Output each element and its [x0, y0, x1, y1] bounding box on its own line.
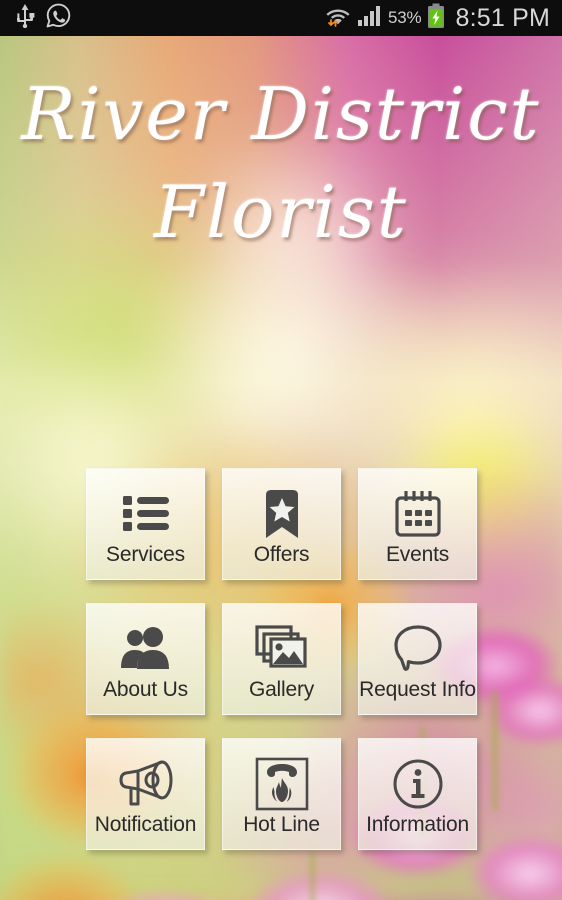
tile-label: Gallery: [248, 678, 315, 701]
tile-request-info[interactable]: Request Info: [358, 603, 477, 715]
tile-offers[interactable]: Offers: [222, 468, 341, 580]
tile-label: Events: [386, 543, 449, 566]
calendar-icon: [393, 483, 443, 545]
menu-grid: Services Offers Events About Us Gallery …: [86, 468, 477, 850]
tile-information[interactable]: Information: [358, 738, 477, 850]
tile-label: Hot Line: [243, 813, 320, 836]
cellular-signal-icon: [357, 4, 382, 33]
list-icon: [122, 483, 169, 545]
flower-stem: [310, 851, 315, 900]
tile-label: Services: [106, 543, 185, 566]
status-bar-left-icons: [0, 3, 71, 33]
status-bar-clock: 8:51 PM: [455, 3, 550, 32]
megaphone-icon: [118, 753, 174, 815]
android-status-bar: 53% 8:51 PM: [0, 0, 562, 36]
usb-icon: [14, 3, 36, 33]
tile-label: Information: [366, 813, 469, 836]
people-icon: [119, 618, 173, 680]
tile-events[interactable]: Events: [358, 468, 477, 580]
tile-label: Notification: [94, 813, 197, 836]
battery-percent-label: 53%: [388, 8, 422, 27]
bookmark-star-icon: [262, 483, 302, 545]
battery-charging-icon: [427, 3, 445, 34]
whatsapp-icon: [46, 3, 71, 33]
tile-label: About Us: [103, 678, 188, 701]
tile-label: Request Info: [359, 678, 476, 701]
tile-hot-line[interactable]: Hot Line: [222, 738, 341, 850]
photos-icon: [254, 618, 309, 680]
hotline-phone-flame-icon: [255, 753, 309, 815]
app-screen: River District Florist Services Offers E…: [0, 0, 562, 900]
tile-notification[interactable]: Notification: [86, 738, 205, 850]
flower-stem: [492, 691, 498, 811]
tile-gallery[interactable]: Gallery: [222, 603, 341, 715]
tile-services[interactable]: Services: [86, 468, 205, 580]
wifi-icon: [325, 3, 351, 34]
tile-about-us[interactable]: About Us: [86, 603, 205, 715]
info-circle-icon: [392, 753, 444, 815]
speech-bubble-icon: [393, 618, 443, 680]
tile-label: Offers: [253, 543, 310, 566]
status-bar-right-icons: 53% 8:51 PM: [325, 3, 562, 34]
